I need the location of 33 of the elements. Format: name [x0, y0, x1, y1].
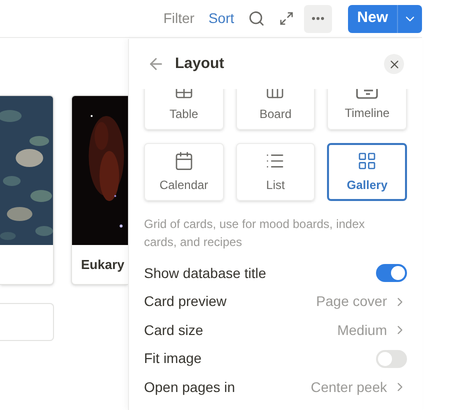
filter-button[interactable]: Filter: [159, 8, 198, 29]
toggle-switch[interactable]: [376, 264, 407, 282]
new-button[interactable]: New: [348, 4, 422, 32]
setting-value[interactable]: Medium: [337, 320, 407, 341]
setting-value[interactable]: Center peek: [310, 376, 407, 398]
card-title: Eukary: [80, 256, 126, 274]
close-button[interactable]: [384, 54, 404, 74]
grid-icon: [357, 150, 378, 170]
layout-option[interactable]: Timeline: [327, 89, 407, 130]
layout-option[interactable]: Calendar: [144, 143, 224, 201]
setting-label: Open pages in: [144, 378, 236, 397]
layout-option[interactable]: Board: [236, 89, 316, 130]
setting-label: Show database title: [144, 264, 266, 283]
close-icon: [388, 58, 400, 70]
expand-icon[interactable]: [279, 11, 294, 26]
setting-label: Card size: [144, 320, 204, 340]
gallery-card[interactable]: Eukary: [71, 95, 128, 285]
more-button[interactable]: [304, 4, 332, 32]
setting-label: Fit image: [144, 349, 202, 368]
panel-title: Layout: [175, 54, 224, 74]
back-icon[interactable]: [147, 55, 165, 73]
layout-option[interactable]: List: [236, 143, 316, 201]
more-icon: [312, 17, 324, 20]
search-icon[interactable]: [248, 10, 266, 27]
toggle-switch[interactable]: [376, 350, 407, 368]
sort-button[interactable]: Sort: [204, 8, 238, 29]
setting-value[interactable]: Page cover: [316, 291, 407, 312]
gallery-card[interactable]: [0, 95, 54, 285]
layout-option[interactable]: Gallery: [327, 143, 407, 201]
layout-option[interactable]: Table: [144, 89, 224, 130]
layout-description: Grid of cards, use for mood boards, index cards, and recipes: [143, 216, 366, 251]
setting-label: Card preview: [144, 292, 226, 312]
calendar-icon: [174, 150, 194, 170]
